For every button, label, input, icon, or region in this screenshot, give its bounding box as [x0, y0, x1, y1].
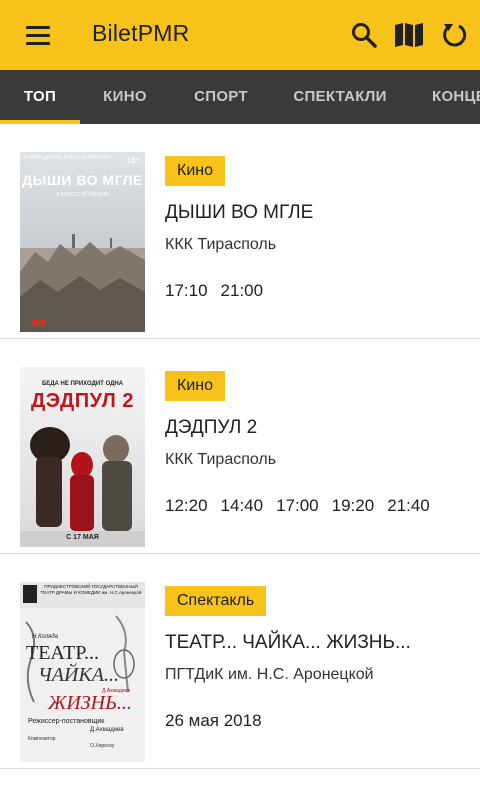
event-poster: РОМЕН ДЮРИС ОЛЬГА КУРИЛЕНКО 16+ ДЫШИ ВО … [20, 152, 145, 332]
map-button[interactable] [391, 17, 427, 53]
category-badge: Кино [165, 371, 225, 401]
event-date: 26 мая 2018 [165, 711, 262, 730]
menu-button[interactable] [18, 19, 62, 51]
event-venue: ПГТДиК им. Н.С. Аронецкой [165, 666, 374, 683]
hamburger-menu-icon [26, 25, 50, 29]
tab-sport[interactable]: СПОРТ [185, 70, 257, 124]
search-icon [352, 23, 377, 48]
event-title: ТЕАТР... ЧАЙКА... ЖИЗНЬ... [165, 632, 411, 653]
poster-director: Д.Ахмадиев [90, 727, 124, 733]
event-list: РОМЕН ДЮРИС ОЛЬГА КУРИЛЕНКО 16+ ДЫШИ ВО … [0, 124, 480, 800]
poster-composer: О.Хереску [90, 743, 115, 749]
poster-composer-label: Композитор [28, 736, 56, 742]
event-venue: ККК Тирасполь [165, 451, 277, 468]
poster-header: ПРИДНЕСТРОВСКИЙ ГОСУДАРСТВЕННЫЙ ТЕАТР ДР… [40, 584, 142, 595]
refresh-icon [443, 24, 467, 47]
showtime[interactable]: 21:00 [221, 281, 264, 301]
category-badge: Кино [165, 156, 225, 186]
category-badge: Спектакль [165, 586, 267, 616]
showtime[interactable]: 12:20 [165, 496, 208, 516]
refresh-button[interactable] [436, 17, 472, 53]
tab-kino[interactable]: КИНО [90, 70, 160, 124]
app-bar: BiletPMR [0, 0, 480, 70]
poster-title: ДЭДПУЛ 2 [31, 390, 134, 412]
showtimes: 12:20 14:40 17:00 19:20 21:40 [165, 496, 430, 516]
hamburger-menu-icon-line [26, 41, 50, 45]
event-venue: ККК Тирасполь [165, 236, 277, 253]
showtime[interactable]: 21:40 [387, 496, 430, 516]
event-title: ДЫШИ ВО МГЛЕ [165, 202, 314, 223]
poster-subtitle: В КИНО С 26 АПРЕЛЯ [56, 192, 109, 198]
poster-author: Н.Коляда [32, 634, 58, 640]
poster-rating: 16+ [125, 155, 141, 165]
showtime[interactable]: 17:10 [165, 281, 208, 301]
showtime[interactable]: 19:20 [332, 496, 375, 516]
event-card[interactable]: ПРИДНЕСТРОВСКИЙ ГОСУДАРСТВЕННЫЙ ТЕАТР ДР… [0, 554, 480, 769]
event-title: ДЭДПУЛ 2 [165, 417, 258, 438]
poster-line-3: ЖИЗНЬ... [48, 692, 132, 714]
poster-line-1: ТЕАТР... [26, 642, 99, 664]
showtime[interactable]: 17:00 [276, 496, 319, 516]
event-poster: БЕДА НЕ ПРИХОДИТ ОДНА ДЭДПУЛ 2 С 17 МАЯ [20, 367, 145, 547]
showtime[interactable]: 14:40 [221, 496, 264, 516]
event-card[interactable]: БЕДА НЕ ПРИХОДИТ ОДНА ДЭДПУЛ 2 С 17 МАЯ … [0, 339, 480, 554]
event-poster: ПРИДНЕСТРОВСКИЙ ГОСУДАРСТВЕННЫЙ ТЕАТР ДР… [20, 582, 145, 762]
poster-top-text: БЕДА НЕ ПРИХОДИТ ОДНА [41, 381, 124, 387]
poster-line-2: ЧАЙКА... [38, 664, 119, 686]
poster-title: ДЫШИ ВО МГЛЕ [22, 172, 143, 188]
tab-top[interactable]: ТОП [0, 70, 80, 124]
app-title: BiletPMR [92, 20, 190, 46]
poster-top-text: РОМЕН ДЮРИС ОЛЬГА КУРИЛЕНКО [24, 155, 112, 161]
showtimes: 17:10 21:00 [165, 281, 263, 301]
tab-spektakli[interactable]: СПЕКТАКЛИ [285, 70, 395, 124]
category-tabs: ТОП КИНО СПОРТ СПЕКТАКЛИ КОНЦЕ [0, 70, 480, 124]
poster-director-label: Режиссер-постановщик [28, 718, 105, 725]
search-button[interactable] [346, 17, 382, 53]
tab-koncerty[interactable]: КОНЦЕ [432, 70, 480, 124]
hamburger-menu-icon-line [26, 33, 50, 37]
map-icon [395, 23, 423, 47]
poster-bottom-text: С 17 МАЯ [66, 534, 99, 541]
event-card[interactable]: РОМЕН ДЮРИС ОЛЬГА КУРИЛЕНКО 16+ ДЫШИ ВО … [0, 124, 480, 339]
